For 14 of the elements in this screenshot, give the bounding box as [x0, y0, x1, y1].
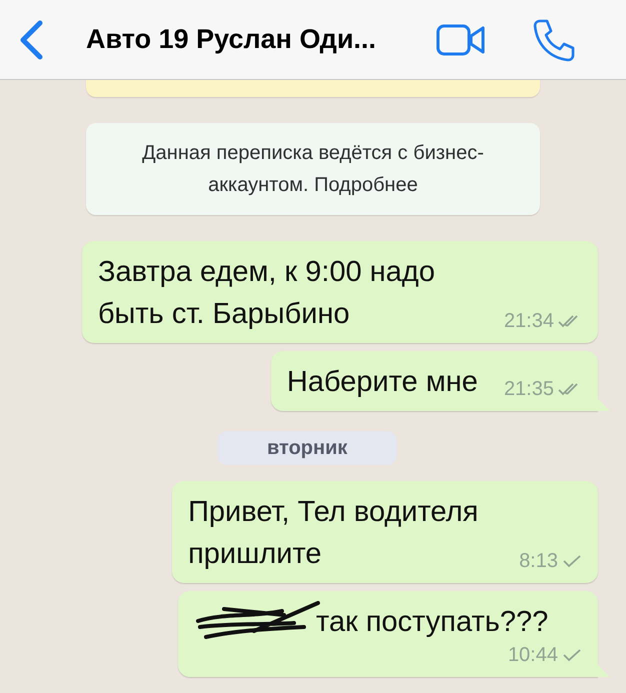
message-time: 21:34 — [504, 309, 554, 333]
message-text: Завтра едем, к 9:00 надо быть ст. Барыбино — [98, 255, 436, 332]
chat-title[interactable]: Авто 19 Руслан Оди... — [86, 24, 436, 55]
business-account-notice[interactable]: Данная переписка ведётся с бизнес-аккаунтом. Подробнее — [86, 123, 540, 215]
message-text: Привет, Тел водителя пришлите — [188, 495, 480, 572]
phone-icon[interactable] — [532, 18, 576, 62]
video-camera-icon[interactable] — [436, 24, 486, 56]
message-time: 8:13 — [519, 549, 558, 573]
message-time: 21:35 — [504, 377, 554, 401]
back-icon[interactable] — [18, 20, 44, 60]
date-label: вторник — [217, 431, 398, 465]
message-time: 10:44 — [508, 643, 558, 667]
message-text: так поступать??? — [316, 605, 548, 640]
message-text: Наберите мне — [286, 365, 478, 400]
